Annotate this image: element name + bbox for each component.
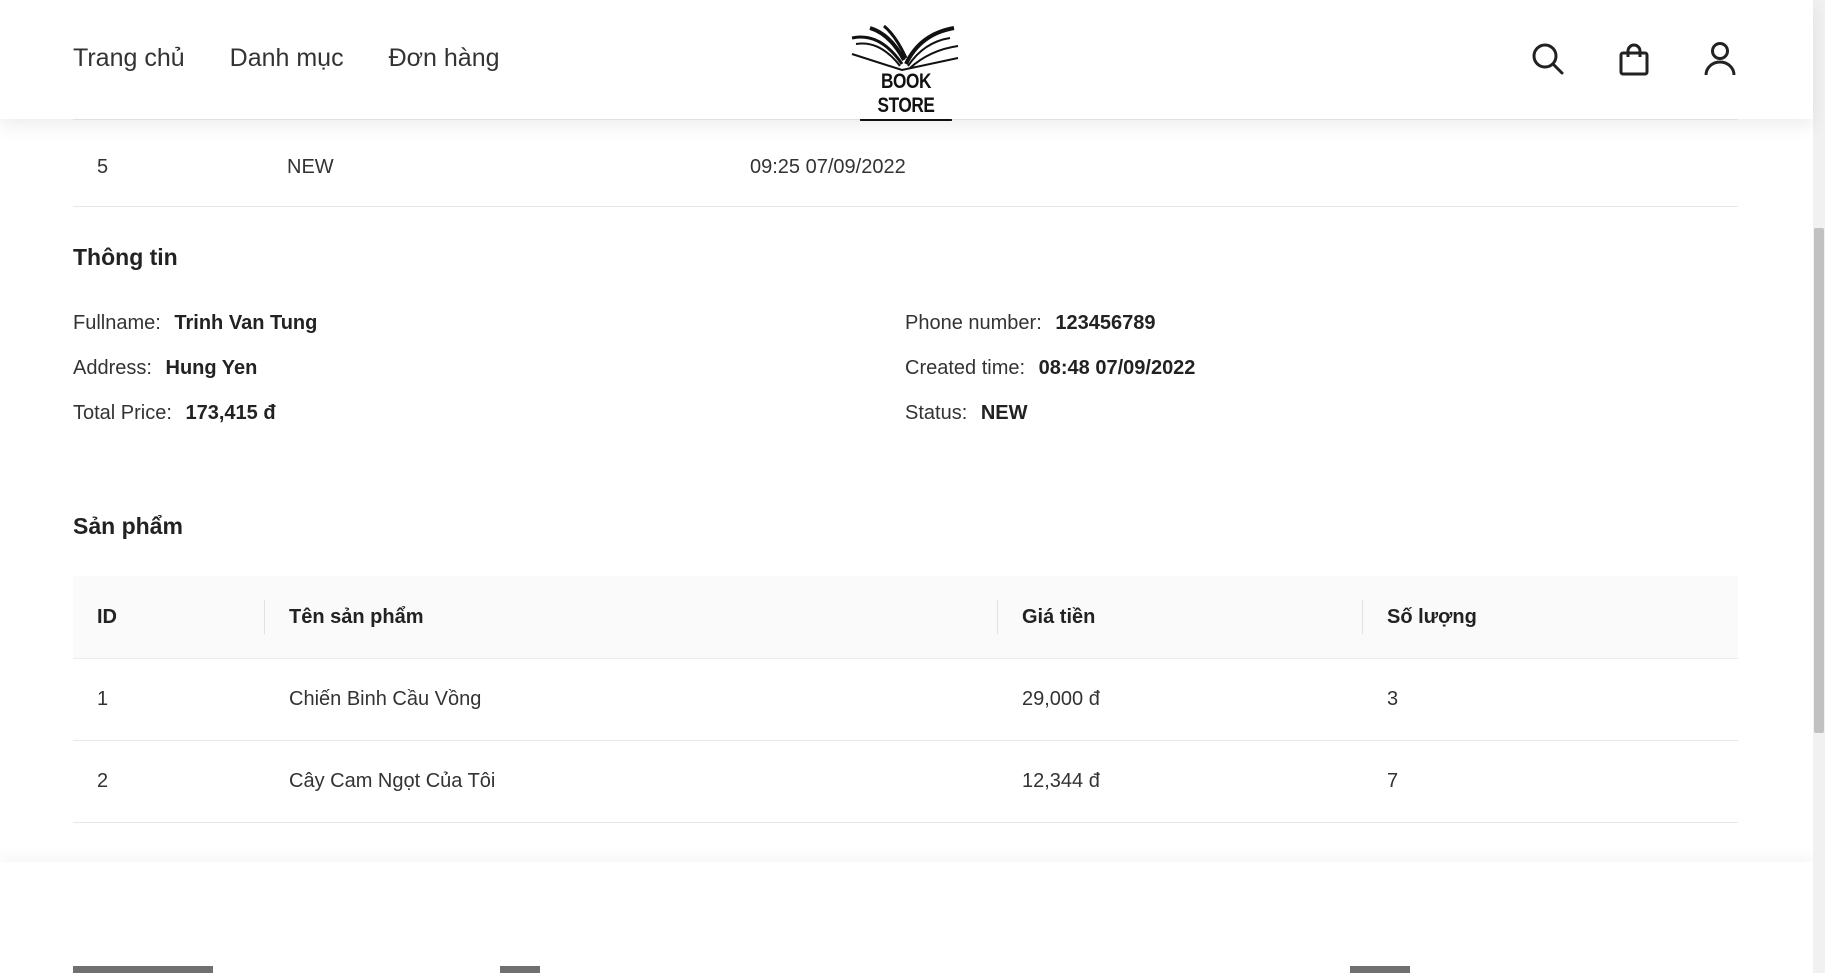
products-table: ID Tên sản phẩm Giá tiền Số lượng 1 Chiế… (73, 576, 1738, 823)
cell-name: Chiến Binh Cầu Vồng (289, 688, 482, 710)
col-name-header: Tên sản phẩm (289, 606, 424, 628)
main-nav: Trang chủ Danh mục Đơn hàng (73, 44, 500, 73)
created-time-label: Created time (905, 357, 1020, 379)
footer-heading-fragment (73, 966, 213, 973)
header-actions (1530, 40, 1738, 78)
products-section-title: Sản phẩm (73, 513, 183, 539)
status-label: Status (905, 402, 962, 424)
phone-label: Phone number (905, 312, 1037, 334)
column-divider (997, 600, 998, 634)
address-label: Address (73, 357, 147, 379)
phone-value: 123456789 (1055, 312, 1156, 334)
cell-id: 2 (97, 770, 109, 792)
label-colon: : (166, 402, 172, 424)
column-divider (1362, 600, 1363, 634)
status-field: Status: NEW (905, 402, 1028, 425)
address-field: Address: Hung Yen (73, 357, 257, 380)
fullname-label: Fullname (73, 312, 156, 334)
search-icon[interactable] (1530, 40, 1566, 78)
column-divider (264, 600, 265, 634)
order-history-row: 5 NEW 09:25 07/09/2022 (73, 119, 1738, 207)
address-value: Hung Yen (165, 357, 258, 379)
cell-name: Cây Cam Ngọt Của Tôi (289, 770, 496, 792)
info-section-title: Thông tin (73, 244, 178, 270)
user-icon[interactable] (1702, 40, 1738, 78)
table-row: 1 Chiến Binh Cầu Vồng 29,000 đ 3 (73, 659, 1738, 741)
footer-heading-fragment (1350, 966, 1410, 973)
nav-home-link[interactable]: Trang chủ (73, 44, 185, 73)
table-row: 2 Cây Cam Ngọt Của Tôi 12,344 đ 7 (73, 741, 1738, 823)
col-id-header: ID (97, 606, 117, 628)
total-price-label: Total Price (73, 402, 167, 424)
col-qty-header: Số lượng (1387, 606, 1477, 628)
history-time: 09:25 07/09/2022 (750, 156, 906, 178)
logo-text: BOOK STORE (860, 70, 952, 121)
cell-price: 29,000 đ (1022, 688, 1100, 710)
shopping-bag-icon[interactable] (1616, 40, 1652, 78)
table-header: ID Tên sản phẩm Giá tiền Số lượng (73, 576, 1738, 659)
bookstore-logo[interactable]: BOOK STORE (850, 24, 962, 121)
nav-orders-link[interactable]: Đơn hàng (389, 44, 500, 73)
cell-price: 12,344 đ (1022, 770, 1100, 792)
fullname-value: Trinh Van Tung (174, 312, 318, 334)
label-colon: : (155, 312, 161, 334)
history-id: 5 (97, 156, 109, 178)
history-status: NEW (287, 156, 334, 178)
fullname-field: Fullname: Trinh Van Tung (73, 312, 317, 335)
label-colon: : (1036, 312, 1042, 334)
cell-id: 1 (97, 688, 109, 710)
col-price-header: Giá tiền (1022, 606, 1096, 628)
label-colon: : (146, 357, 152, 379)
scrollbar-thumb[interactable] (1814, 228, 1824, 733)
created-time-value: 08:48 07/09/2022 (1038, 357, 1196, 379)
phone-field: Phone number: 123456789 (905, 312, 1155, 335)
site-header: Trang chủ Danh mục Đơn hàng BOOK STORE (0, 0, 1813, 121)
label-colon: : (961, 402, 968, 424)
site-footer (0, 862, 1813, 973)
total-price-value: 173,415 đ (185, 402, 276, 424)
created-time-field: Created time: 08:48 07/09/2022 (905, 357, 1195, 380)
cell-qty: 3 (1387, 688, 1399, 710)
vertical-scrollbar[interactable] (1813, 0, 1825, 973)
nav-categories-link[interactable]: Danh mục (230, 44, 344, 73)
label-colon: : (1019, 357, 1026, 379)
total-price-field: Total Price: 173,415 đ (73, 402, 276, 425)
open-book-icon (851, 24, 959, 72)
footer-heading-fragment (500, 966, 540, 973)
cell-qty: 7 (1387, 770, 1399, 792)
status-value: NEW (980, 402, 1028, 424)
